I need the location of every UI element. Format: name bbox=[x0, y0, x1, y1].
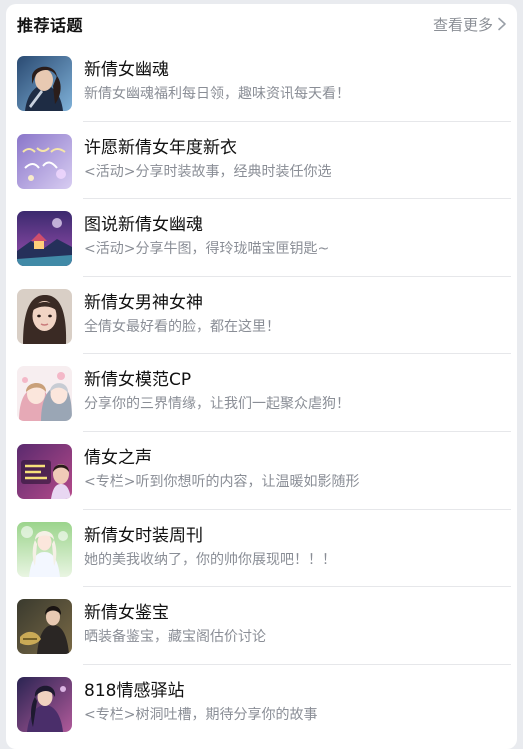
emotion-station-character-image bbox=[17, 676, 72, 732]
topic-item[interactable]: 倩女之声 <专栏>听到你想听的内容，让温暖如影随形 bbox=[6, 432, 517, 510]
girl-portrait-image bbox=[17, 288, 72, 344]
topic-title: 新倩女时装周刊 bbox=[84, 525, 203, 546]
topic-description: <专栏>听到你想听的内容，让温暖如影随形 bbox=[84, 473, 360, 490]
topic-item[interactable]: 许愿新倩女年度新衣 <活动>分享时装故事，经典时装任你选 bbox=[6, 122, 517, 200]
topic-description: <专栏>树洞吐槽，期待分享你的故事 bbox=[84, 706, 318, 723]
topic-item[interactable]: 图说新倩女幽魂 <活动>分享牛图，得玲珑喵宝匣钥匙~ bbox=[6, 199, 517, 277]
topic-title: 倩女之声 bbox=[84, 447, 152, 468]
topic-title: 新倩女鉴宝 bbox=[84, 603, 169, 624]
card-title: 推荐话题 bbox=[17, 16, 84, 35]
topic-title: 818情感驿站 bbox=[84, 680, 185, 701]
topic-description: 分享你的三界情缘，让我们一起聚众虐狗！ bbox=[84, 396, 350, 413]
topic-title: 许愿新倩女年度新衣 bbox=[84, 137, 237, 158]
topic-description: <活动>分享牛图，得玲珑喵宝匣钥匙~ bbox=[84, 241, 330, 258]
topic-title: 新倩女模范CP bbox=[84, 370, 192, 391]
warrior-portrait-image bbox=[17, 56, 72, 111]
topic-description: 晒装备鉴宝，藏宝阁估价讨论 bbox=[84, 629, 266, 646]
view-more-link[interactable]: 查看更多 bbox=[433, 14, 508, 35]
night-pavilion-scene-image bbox=[17, 211, 72, 267]
radio-show-banner-image bbox=[17, 443, 72, 499]
fashion-character-image bbox=[17, 521, 72, 577]
topic-item[interactable]: 新倩女幽魂 新倩女幽魂福利每日领，趣味资讯每天看！ bbox=[6, 44, 517, 122]
topic-item[interactable]: 新倩女鉴宝 晒装备鉴宝，藏宝阁估价讨论 bbox=[6, 587, 517, 665]
topic-description: 全倩女最好看的脸，都在这里！ bbox=[84, 318, 280, 335]
topic-item[interactable]: 新倩女时装周刊 她的美我收纳了，你的帅你展现吧！！！ bbox=[6, 510, 517, 588]
topic-title: 图说新倩女幽魂 bbox=[84, 215, 203, 236]
topic-description: 新倩女幽魂福利每日领，趣味资讯每天看！ bbox=[84, 86, 350, 102]
topic-description: <活动>分享时装故事，经典时装任你选 bbox=[84, 163, 332, 180]
topic-title: 新倩女幽魂 bbox=[84, 60, 169, 80]
recommended-topics-card: 推荐话题 查看更多 新倩女幽魂 新倩女幽魂福利每日领，趣味资讯每天看！ 许愿新倩… bbox=[6, 4, 517, 749]
topic-item[interactable]: 新倩女模范CP 分享你的三界情缘，让我们一起聚众虐狗！ bbox=[6, 354, 517, 432]
chevron-right-icon bbox=[496, 17, 508, 31]
topic-title: 新倩女男神女神 bbox=[84, 292, 203, 313]
anime-couple-image bbox=[17, 366, 72, 422]
card-header: 推荐话题 查看更多 bbox=[6, 4, 517, 44]
wish-new-outfit-banner-image bbox=[17, 133, 72, 189]
topic-list: 新倩女幽魂 新倩女幽魂福利每日领，趣味资讯每天看！ 许愿新倩女年度新衣 <活动>… bbox=[6, 44, 517, 742]
view-more-label: 查看更多 bbox=[432, 15, 493, 34]
topic-description: 她的美我收纳了，你的帅你展现吧！！！ bbox=[84, 551, 336, 568]
topic-item[interactable]: 新倩女男神女神 全倩女最好看的脸，都在这里！ bbox=[6, 277, 517, 355]
topic-item[interactable]: 818情感驿站 <专栏>树洞吐槽，期待分享你的故事 bbox=[6, 665, 517, 743]
treasure-appraisal-image bbox=[17, 599, 72, 655]
